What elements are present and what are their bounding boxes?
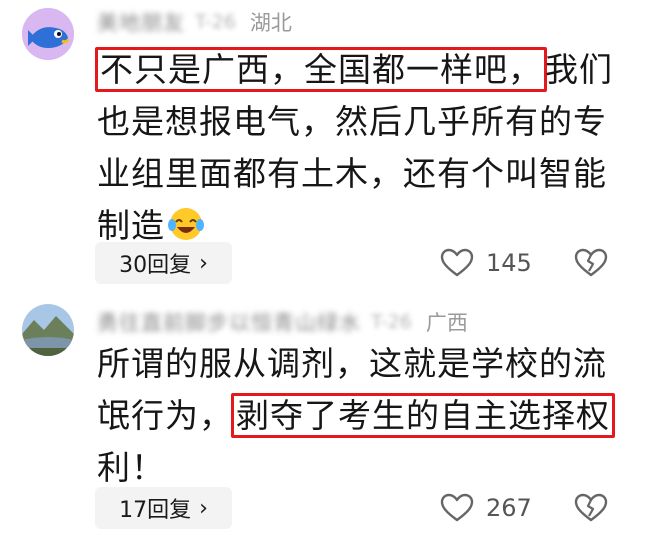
broken-heart-icon [574, 493, 608, 522]
comment-item: 勇往直前脚步以恒青山绿水 T-26 广西 所谓的服从调剂，这就是学校的流氓行为，… [0, 290, 660, 535]
comment-meta: 勇往直前脚步以恒青山绿水 T-26 广西 [97, 308, 468, 336]
replies-label: 30回复 [119, 253, 192, 278]
heart-outline-icon [440, 248, 474, 277]
fish-avatar-icon [22, 8, 74, 60]
highlighted-text: 不只是广西，全国都一样吧， [95, 47, 547, 92]
avatar[interactable] [22, 8, 74, 60]
laughing-crying-emoji-icon [168, 208, 204, 240]
broken-heart-icon [574, 248, 608, 277]
like-count: 145 [486, 249, 532, 277]
comment-text: 所谓的服从调剂，这就是学校的流氓行为，剥夺了考生的自主选择权利！ [97, 338, 637, 494]
heart-outline-icon [440, 493, 474, 522]
like-count: 267 [486, 494, 532, 522]
landscape-avatar-icon [22, 304, 74, 356]
location-label: 广西 [425, 311, 468, 335]
replies-button[interactable]: 30回复 › [95, 242, 232, 284]
comment-meta: 美地朋友 T-26 湖北 [97, 8, 292, 36]
author-name[interactable]: 美地朋友 [97, 7, 185, 37]
author-name[interactable]: 勇往直前脚步以恒青山绿水 [97, 307, 361, 337]
author-tag: T-26 [195, 11, 236, 33]
like-button[interactable]: 267 [440, 487, 532, 529]
avatar[interactable] [22, 304, 74, 356]
comment-item: 美地朋友 T-26 湖北 不只是广西，全国都一样吧，我们也是想报电气，然后几乎所… [0, 0, 660, 290]
chevron-right-icon: › [199, 495, 208, 521]
dislike-button[interactable] [574, 242, 608, 284]
location-label: 湖北 [249, 11, 292, 35]
like-button[interactable]: 145 [440, 242, 532, 284]
comment-text: 不只是广西，全国都一样吧，我们也是想报电气，然后几乎所有的专业组里面都有土木，还… [95, 44, 637, 252]
comment-text-after: 利！ [97, 448, 165, 487]
dislike-button[interactable] [574, 487, 608, 529]
chevron-right-icon: › [199, 250, 208, 276]
highlighted-text: 剥夺了考生的自主选择权 [231, 393, 615, 438]
author-tag: T-26 [371, 311, 412, 333]
replies-label: 17回复 [119, 498, 192, 523]
replies-button[interactable]: 17回复 › [95, 487, 232, 529]
